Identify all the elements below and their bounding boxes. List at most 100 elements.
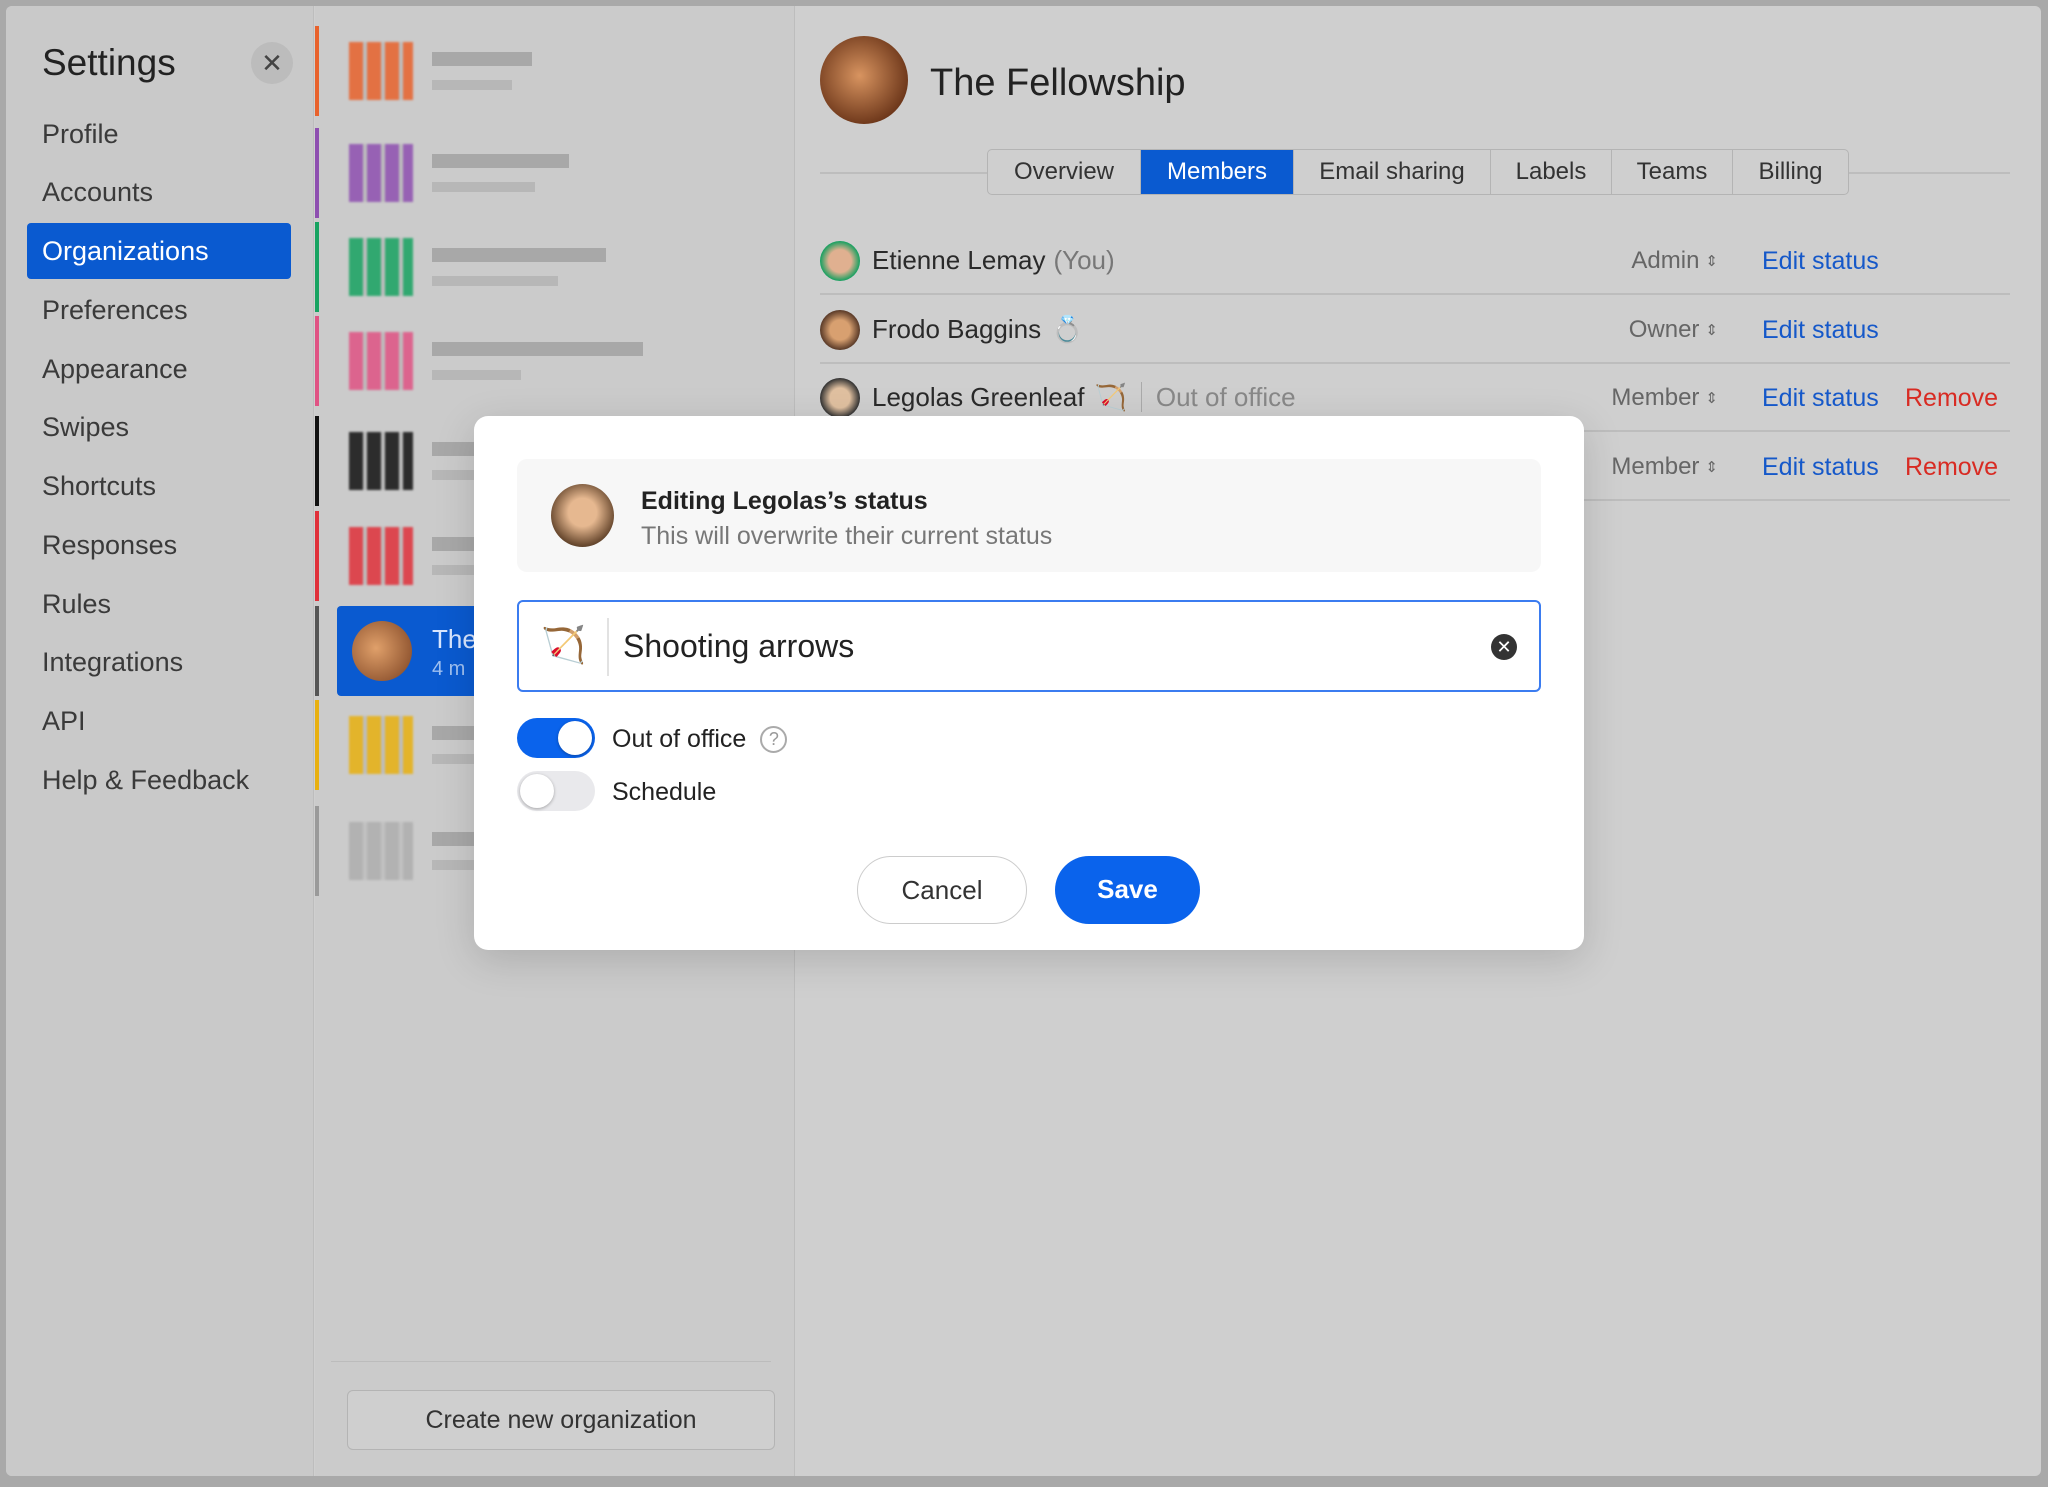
color-bar [315,222,319,312]
member-row: Frodo Baggins 💍 Owner ⇕ Edit status [820,296,2010,364]
sidebar-item-accounts[interactable]: Accounts [27,164,291,220]
create-organization-button[interactable]: Create new organization [347,1390,775,1450]
organization-logo [349,144,413,202]
toggle-knob [520,774,554,808]
role-select[interactable]: Member ⇕ [1611,453,1718,481]
chevron-up-down-icon: ⇕ [1705,253,1718,270]
chevron-up-down-icon: ⇕ [1705,322,1718,339]
schedule-toggle[interactable] [517,771,595,811]
organization-title: The Fellowship [930,62,1186,104]
settings-title: Settings [42,42,176,83]
sidebar-item-appearance[interactable]: Appearance [27,341,291,397]
member-name: Etienne Lemay [872,245,1046,275]
organization-name: The [432,624,477,654]
out-of-office-label: Out of office? [612,725,788,754]
divider [331,1361,771,1362]
obscured-subtitle [432,80,512,90]
role-value: Member [1611,384,1700,411]
role-select[interactable]: Owner ⇕ [1629,316,1718,344]
organization-item[interactable] [315,128,785,218]
out-of-office-toggle[interactable] [517,718,595,758]
role-value: Admin [1631,247,1700,274]
obscured-name [432,52,532,66]
remove-link[interactable]: Remove [1905,453,1998,482]
obscured-name [432,342,643,356]
obscured-subtitle [432,276,558,286]
tab-overview[interactable]: Overview [988,150,1141,194]
tab-bar: Overview Members Email sharing Labels Teams B… [987,149,1849,195]
help-icon[interactable]: ? [760,726,788,753]
organization-logo [349,42,413,100]
status-emoji-icon: 🏹 [1094,382,1127,412]
color-bar [315,806,319,896]
status-input[interactable] [623,616,1453,676]
organization-item[interactable] [315,222,785,312]
color-bar [315,606,319,696]
you-label: (You) [1053,245,1115,275]
tab-labels[interactable]: Labels [1491,150,1612,194]
edit-status-link[interactable]: Edit status [1762,316,1879,345]
color-bar [315,128,319,218]
sidebar-item-preferences[interactable]: Preferences [27,282,291,338]
sidebar-item-swipes[interactable]: Swipes [27,399,291,455]
close-icon[interactable]: ✕ [251,42,293,84]
member-name-cell: Etienne Lemay (You) [872,245,1115,276]
organization-logo [349,332,413,390]
member-name-cell: Frodo Baggins 💍 [872,314,1083,345]
member-name: Legolas Greenleaf [872,382,1085,412]
tab-teams[interactable]: Teams [1612,150,1733,194]
organization-item[interactable] [315,316,785,406]
obscured-subtitle [432,182,535,192]
organization-logo [349,716,413,774]
remove-link[interactable]: Remove [1905,384,1998,413]
bow-and-arrow-icon[interactable]: 🏹 [541,624,586,666]
organization-logo [349,432,413,490]
edit-status-link[interactable]: Edit status [1762,453,1879,482]
sidebar-item-profile[interactable]: Profile [27,106,291,162]
edit-status-link[interactable]: Edit status [1762,247,1879,276]
sidebar-item-organizations[interactable]: Organizations [27,223,291,279]
status-field: 🏹 ✕ [517,600,1541,692]
role-select[interactable]: Member ⇕ [1611,384,1718,412]
sidebar-item-rules[interactable]: Rules [27,576,291,632]
status-text: Out of office [1140,382,1296,412]
sidebar-item-api[interactable]: API [27,693,291,749]
tab-billing[interactable]: Billing [1733,150,1848,194]
obscured-name [432,154,569,168]
sidebar-item-responses[interactable]: Responses [27,517,291,573]
status-emoji-icon: 💍 [1051,314,1084,344]
organization-subtitle: 4 m [432,658,466,680]
role-select[interactable]: Admin ⇕ [1631,247,1718,275]
organization-logo [349,527,413,585]
role-value: Owner [1628,316,1700,343]
organization-avatar [352,621,412,681]
color-bar [315,416,319,506]
divider [607,618,609,676]
sidebar-item-integrations[interactable]: Integrations [27,634,291,690]
clear-icon[interactable]: ✕ [1491,634,1517,660]
role-value: Member [1611,453,1700,480]
member-name-cell: Legolas Greenleaf 🏹 Out of office [872,382,1296,413]
tab-email-sharing[interactable]: Email sharing [1294,150,1491,194]
avatar [551,484,614,547]
sidebar-item-help-feedback[interactable]: Help & Feedback [27,752,291,808]
avatar [820,310,860,350]
dialog-header: Editing Legolas’s status This will overw… [517,459,1541,572]
edit-status-link[interactable]: Edit status [1762,384,1879,413]
toggle-knob [558,721,592,755]
member-row: Etienne Lemay (You) Admin ⇕ Edit status [820,227,2010,295]
tab-members[interactable]: Members [1141,150,1294,194]
sidebar-item-shortcuts[interactable]: Shortcuts [27,458,291,514]
organization-avatar [820,36,908,124]
avatar [820,241,860,281]
chevron-up-down-icon: ⇕ [1705,459,1718,476]
organization-logo [349,238,413,296]
color-bar [315,316,319,406]
edit-status-dialog: Editing Legolas’s status This will overw… [474,416,1584,950]
member-name: Frodo Baggins [872,314,1042,344]
settings-sidebar: Settings ✕ Profile Accounts Organizations P… [6,6,314,1476]
save-button[interactable]: Save [1055,856,1200,924]
chevron-up-down-icon: ⇕ [1705,390,1718,407]
organization-item[interactable] [315,26,785,116]
cancel-button[interactable]: Cancel [857,856,1027,924]
